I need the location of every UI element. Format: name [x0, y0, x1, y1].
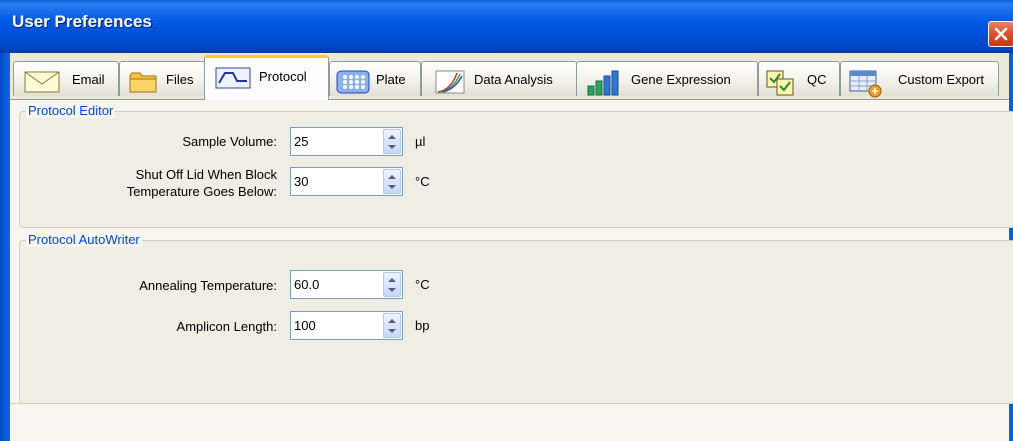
tab-plate-label: Plate — [376, 72, 406, 87]
tab-protocol[interactable]: Protocol — [204, 55, 329, 100]
chevron-down-icon — [388, 329, 396, 333]
protocol-wave-icon — [215, 67, 251, 92]
protocol-autowriter-title: Protocol AutoWriter — [26, 232, 142, 247]
close-button[interactable] — [988, 21, 1013, 47]
envelope-icon — [23, 70, 61, 97]
annealing-temperature-input[interactable]: 60.0 — [290, 270, 403, 299]
protocol-editor-title: Protocol Editor — [26, 103, 116, 118]
sample-volume-label: Sample Volume: — [182, 134, 277, 149]
chevron-up-icon — [388, 278, 396, 282]
bar-chart-icon — [586, 70, 620, 99]
shut-off-lid-spinner[interactable] — [383, 169, 401, 194]
chevron-down-icon — [388, 145, 396, 149]
plate-grid-icon — [336, 70, 370, 97]
annealing-temperature-spinner[interactable] — [383, 272, 401, 297]
tab-gene-expression[interactable]: Gene Expression — [576, 61, 758, 96]
tab-custom-export[interactable]: Custom Export — [840, 61, 999, 98]
window-frame-left — [0, 53, 10, 441]
amplicon-length-input[interactable]: 100 — [290, 311, 403, 340]
folder-icon — [128, 70, 158, 97]
tab-email-label: Email — [72, 72, 105, 87]
amplicon-length-spinner[interactable] — [383, 313, 401, 338]
chevron-up-icon — [388, 135, 396, 139]
tab-qc-label: QC — [807, 72, 827, 87]
sample-volume-spinner[interactable] — [383, 129, 401, 154]
amplicon-length-label: Amplicon Length: — [176, 319, 277, 334]
shut-off-lid-label-line2: Temperature Goes Below: — [126, 184, 277, 199]
export-table-icon — [849, 70, 885, 101]
tab-data-analysis[interactable]: Data Analysis — [421, 61, 577, 96]
tab-plate[interactable]: Plate — [329, 61, 421, 96]
shut-off-lid-label-line1: Shut Off Lid When Block — [135, 167, 277, 182]
qc-checkboxes-icon — [766, 70, 796, 99]
window-title: User Preferences — [12, 12, 152, 31]
amplicon-length-value: 100 — [294, 318, 316, 333]
tab-gene-expression-label: Gene Expression — [631, 72, 731, 87]
tab-qc[interactable]: QC — [758, 61, 840, 96]
tab-files[interactable]: Files — [119, 61, 205, 96]
data-analysis-curves-icon — [435, 70, 465, 97]
annealing-temperature-unit: °C — [415, 277, 430, 292]
shut-off-lid-temperature-input[interactable]: 30 — [290, 167, 403, 196]
annealing-temperature-label: Annealing Temperature: — [139, 278, 277, 293]
sample-volume-unit: µl — [415, 134, 426, 149]
annealing-temperature-value: 60.0 — [294, 277, 320, 292]
chevron-up-icon — [388, 175, 396, 179]
title-bar[interactable]: User Preferences — [0, 0, 1013, 53]
sample-volume-value: 25 — [294, 134, 309, 149]
chevron-up-icon — [388, 319, 396, 323]
shut-off-lid-unit: °C — [415, 174, 430, 189]
tab-data-analysis-label: Data Analysis — [474, 72, 553, 87]
chevron-down-icon — [388, 185, 396, 189]
sample-volume-input[interactable]: 25 — [290, 127, 403, 156]
protocol-autowriter-group — [19, 240, 1013, 404]
shut-off-lid-value: 30 — [294, 174, 309, 189]
divider — [10, 403, 1009, 404]
amplicon-length-unit: bp — [415, 318, 430, 333]
chevron-down-icon — [388, 288, 396, 292]
close-icon — [994, 27, 1008, 41]
tab-custom-export-label: Custom Export — [898, 72, 984, 87]
tab-protocol-label: Protocol — [259, 69, 307, 84]
tab-files-label: Files — [166, 72, 194, 87]
tab-email[interactable]: Email — [13, 61, 119, 96]
